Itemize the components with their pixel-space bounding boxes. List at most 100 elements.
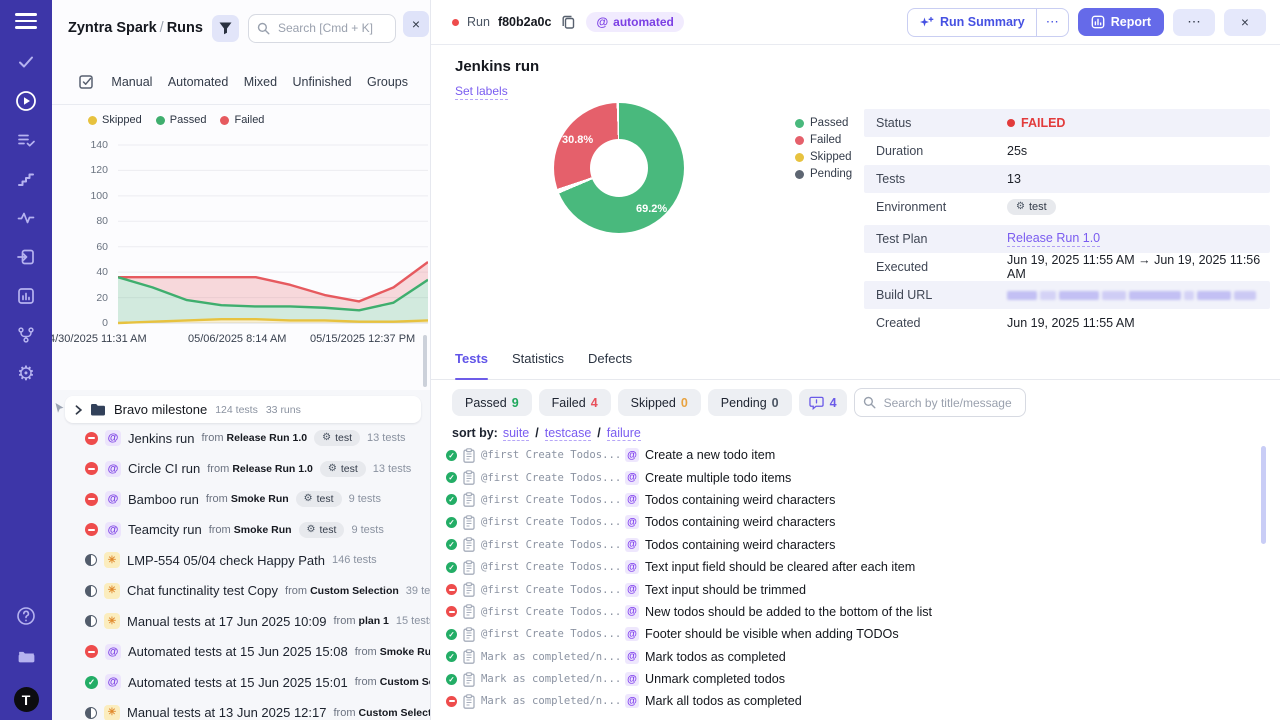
report-button[interactable]: Report — [1078, 8, 1164, 36]
test-title[interactable]: Footer should be visible when adding TOD… — [645, 627, 899, 641]
test-title[interactable]: Unmark completed todos — [645, 672, 785, 686]
test-suite[interactable]: @first Create Todos... — [481, 494, 619, 506]
test-suite[interactable]: @first Create Todos... — [481, 606, 619, 618]
run-row[interactable]: Bamboo run from Smoke Run ⚙test 9 tests — [52, 484, 430, 515]
run-name[interactable]: Teamcity run — [128, 522, 202, 537]
run-name[interactable]: Jenkins run — [128, 431, 194, 446]
run-name[interactable]: Circle CI run — [128, 461, 200, 476]
tests-search[interactable] — [854, 388, 1026, 417]
test-title[interactable]: Mark todos as completed — [645, 650, 786, 664]
test-suite[interactable]: Mark as completed/n... — [481, 651, 619, 663]
test-row[interactable]: Mark as completed/n... Mark all todos as… — [431, 690, 1280, 712]
test-row[interactable]: @first Create Todos... Create multiple t… — [431, 466, 1280, 488]
report-chart-icon[interactable] — [15, 285, 37, 307]
run-row[interactable]: Automated tests at 15 Jun 2025 15:01 fro… — [52, 667, 430, 698]
tests-search-input[interactable] — [882, 395, 1017, 411]
import-icon[interactable] — [15, 246, 37, 268]
test-suite[interactable]: @first Create Todos... — [481, 584, 619, 596]
run-name[interactable]: Automated tests at 15 Jun 2025 15:01 — [128, 675, 348, 690]
run-row[interactable]: Jenkins run from Release Run 1.0 ⚙test 1… — [52, 423, 430, 454]
runs-play-icon[interactable] — [15, 90, 37, 112]
test-suite[interactable]: @first Create Todos... — [481, 516, 619, 528]
test-title[interactable]: Todos containing weird characters — [645, 515, 835, 529]
sort-option[interactable]: failure — [607, 426, 641, 441]
test-row[interactable]: Mark as completed/n... Unmark completed … — [431, 668, 1280, 690]
test-row[interactable]: @first Create Todos... Todos containing … — [431, 511, 1280, 533]
sort-option[interactable]: testcase — [545, 426, 592, 441]
run-name[interactable]: Manual tests at 17 Jun 2025 10:09 — [127, 614, 326, 629]
chevron-right-icon[interactable] — [75, 405, 82, 415]
run-row[interactable]: Chat functinality test Copy from Custom … — [52, 576, 430, 607]
test-suite[interactable]: @first Create Todos... — [481, 628, 619, 640]
branch-icon[interactable] — [15, 324, 37, 346]
test-title[interactable]: Todos containing weird characters — [645, 493, 835, 507]
set-labels-link[interactable]: Set labels — [455, 84, 508, 100]
run-name[interactable]: LMP-554 05/04 check Happy Path — [127, 553, 325, 568]
app-logo[interactable]: T — [14, 687, 39, 712]
runs-tab[interactable]: Mixed — [244, 75, 277, 89]
hamburger-menu-icon[interactable] — [15, 13, 37, 29]
copy-icon[interactable] — [561, 14, 576, 30]
status-filter-chip[interactable]: Passed9 — [452, 389, 532, 416]
test-row[interactable]: @first Create Todos... New todos should … — [431, 601, 1280, 623]
test-row[interactable]: @first Create Todos... Footer should be … — [431, 623, 1280, 645]
test-row[interactable]: @first Create Todos... Todos containing … — [431, 534, 1280, 556]
run-summary-more-button[interactable]: ⋯ — [1036, 9, 1068, 36]
test-suite[interactable]: @first Create Todos... — [481, 472, 619, 484]
run-name[interactable]: Manual tests at 13 Jun 2025 12:17 — [127, 705, 326, 720]
runs-tab[interactable]: Manual — [111, 75, 152, 89]
test-title[interactable]: New todos should be added to the bottom … — [645, 605, 932, 619]
left-panel-scrollbar[interactable] — [423, 335, 427, 387]
detail-tab[interactable]: Statistics — [512, 351, 564, 379]
test-title[interactable]: Create a new todo item — [645, 448, 775, 462]
test-title[interactable]: Create multiple todo items — [645, 471, 791, 485]
run-row[interactable]: Circle CI run from Release Run 1.0 ⚙test… — [52, 454, 430, 485]
projects-folder-icon[interactable] — [15, 644, 37, 666]
run-row[interactable]: Manual tests at 17 Jun 2025 10:09 from p… — [52, 606, 430, 637]
select-all-icon[interactable] — [78, 73, 96, 91]
test-title[interactable]: Text input field should be cleared after… — [645, 560, 915, 574]
detail-tab[interactable]: Defects — [588, 351, 632, 379]
test-row[interactable]: @first Create Todos... Todos containing … — [431, 489, 1280, 511]
test-suite[interactable]: @first Create Todos... — [481, 449, 619, 461]
panel-close-button[interactable]: × — [403, 11, 429, 37]
pulse-icon[interactable] — [15, 207, 37, 229]
run-name[interactable]: Chat functinality test Copy — [127, 583, 278, 598]
test-row[interactable]: Mark as completed/n... Mark todos as com… — [431, 646, 1280, 668]
test-title[interactable]: Text input should be trimmed — [645, 583, 806, 597]
status-filter-chip[interactable]: Failed4 — [539, 389, 611, 416]
project-name[interactable]: Zyntra Spark — [68, 20, 157, 36]
runs-search-input[interactable] — [276, 20, 387, 36]
close-detail-button[interactable]: × — [1224, 9, 1266, 36]
run-row[interactable]: LMP-554 05/04 check Happy Path 146 tests — [52, 545, 430, 576]
status-filter-chip[interactable]: Skipped0 — [618, 389, 701, 416]
run-row[interactable]: Manual tests at 13 Jun 2025 12:17 from C… — [52, 698, 430, 720]
test-suite[interactable]: @first Create Todos... — [481, 539, 619, 551]
checklist-icon[interactable] — [15, 129, 37, 151]
gear-icon[interactable]: ⚙ — [15, 363, 37, 385]
automated-badge[interactable]: @automated — [586, 12, 683, 32]
run-summary-button[interactable]: Run Summary — [908, 9, 1036, 36]
test-suite[interactable]: Mark as completed/n... — [481, 695, 619, 707]
sort-option[interactable]: suite — [503, 426, 529, 441]
runs-tab[interactable]: Automated — [168, 75, 228, 89]
run-name[interactable]: Automated tests at 15 Jun 2025 15:08 — [128, 644, 348, 659]
run-row[interactable]: Teamcity run from Smoke Run ⚙test 9 test… — [52, 515, 430, 546]
runs-tab[interactable]: Groups — [367, 75, 408, 89]
test-suite[interactable]: @first Create Todos... — [481, 561, 619, 573]
test-title[interactable]: Todos containing weird characters — [645, 538, 835, 552]
comments-filter-chip[interactable]: 4 — [799, 389, 847, 416]
more-options-button[interactable]: ⋯ — [1173, 9, 1215, 36]
test-row[interactable]: @first Create Todos... Create a new todo… — [431, 444, 1280, 466]
run-name[interactable]: Bamboo run — [128, 492, 199, 507]
test-row[interactable]: @first Create Todos... Text input should… — [431, 578, 1280, 600]
filter-button[interactable] — [212, 15, 239, 42]
detail-tab[interactable]: Tests — [455, 351, 488, 379]
steps-icon[interactable] — [15, 168, 37, 190]
run-row[interactable]: Automated tests at 15 Jun 2025 15:08 fro… — [52, 637, 430, 668]
help-icon[interactable] — [15, 605, 37, 627]
runs-tab[interactable]: Unfinished — [293, 75, 352, 89]
test-title[interactable]: Mark all todos as completed — [645, 694, 802, 708]
test-suite[interactable]: Mark as completed/n... — [481, 673, 619, 685]
milestone-row[interactable]: Bravo milestone 124 tests 33 runs — [65, 396, 421, 423]
